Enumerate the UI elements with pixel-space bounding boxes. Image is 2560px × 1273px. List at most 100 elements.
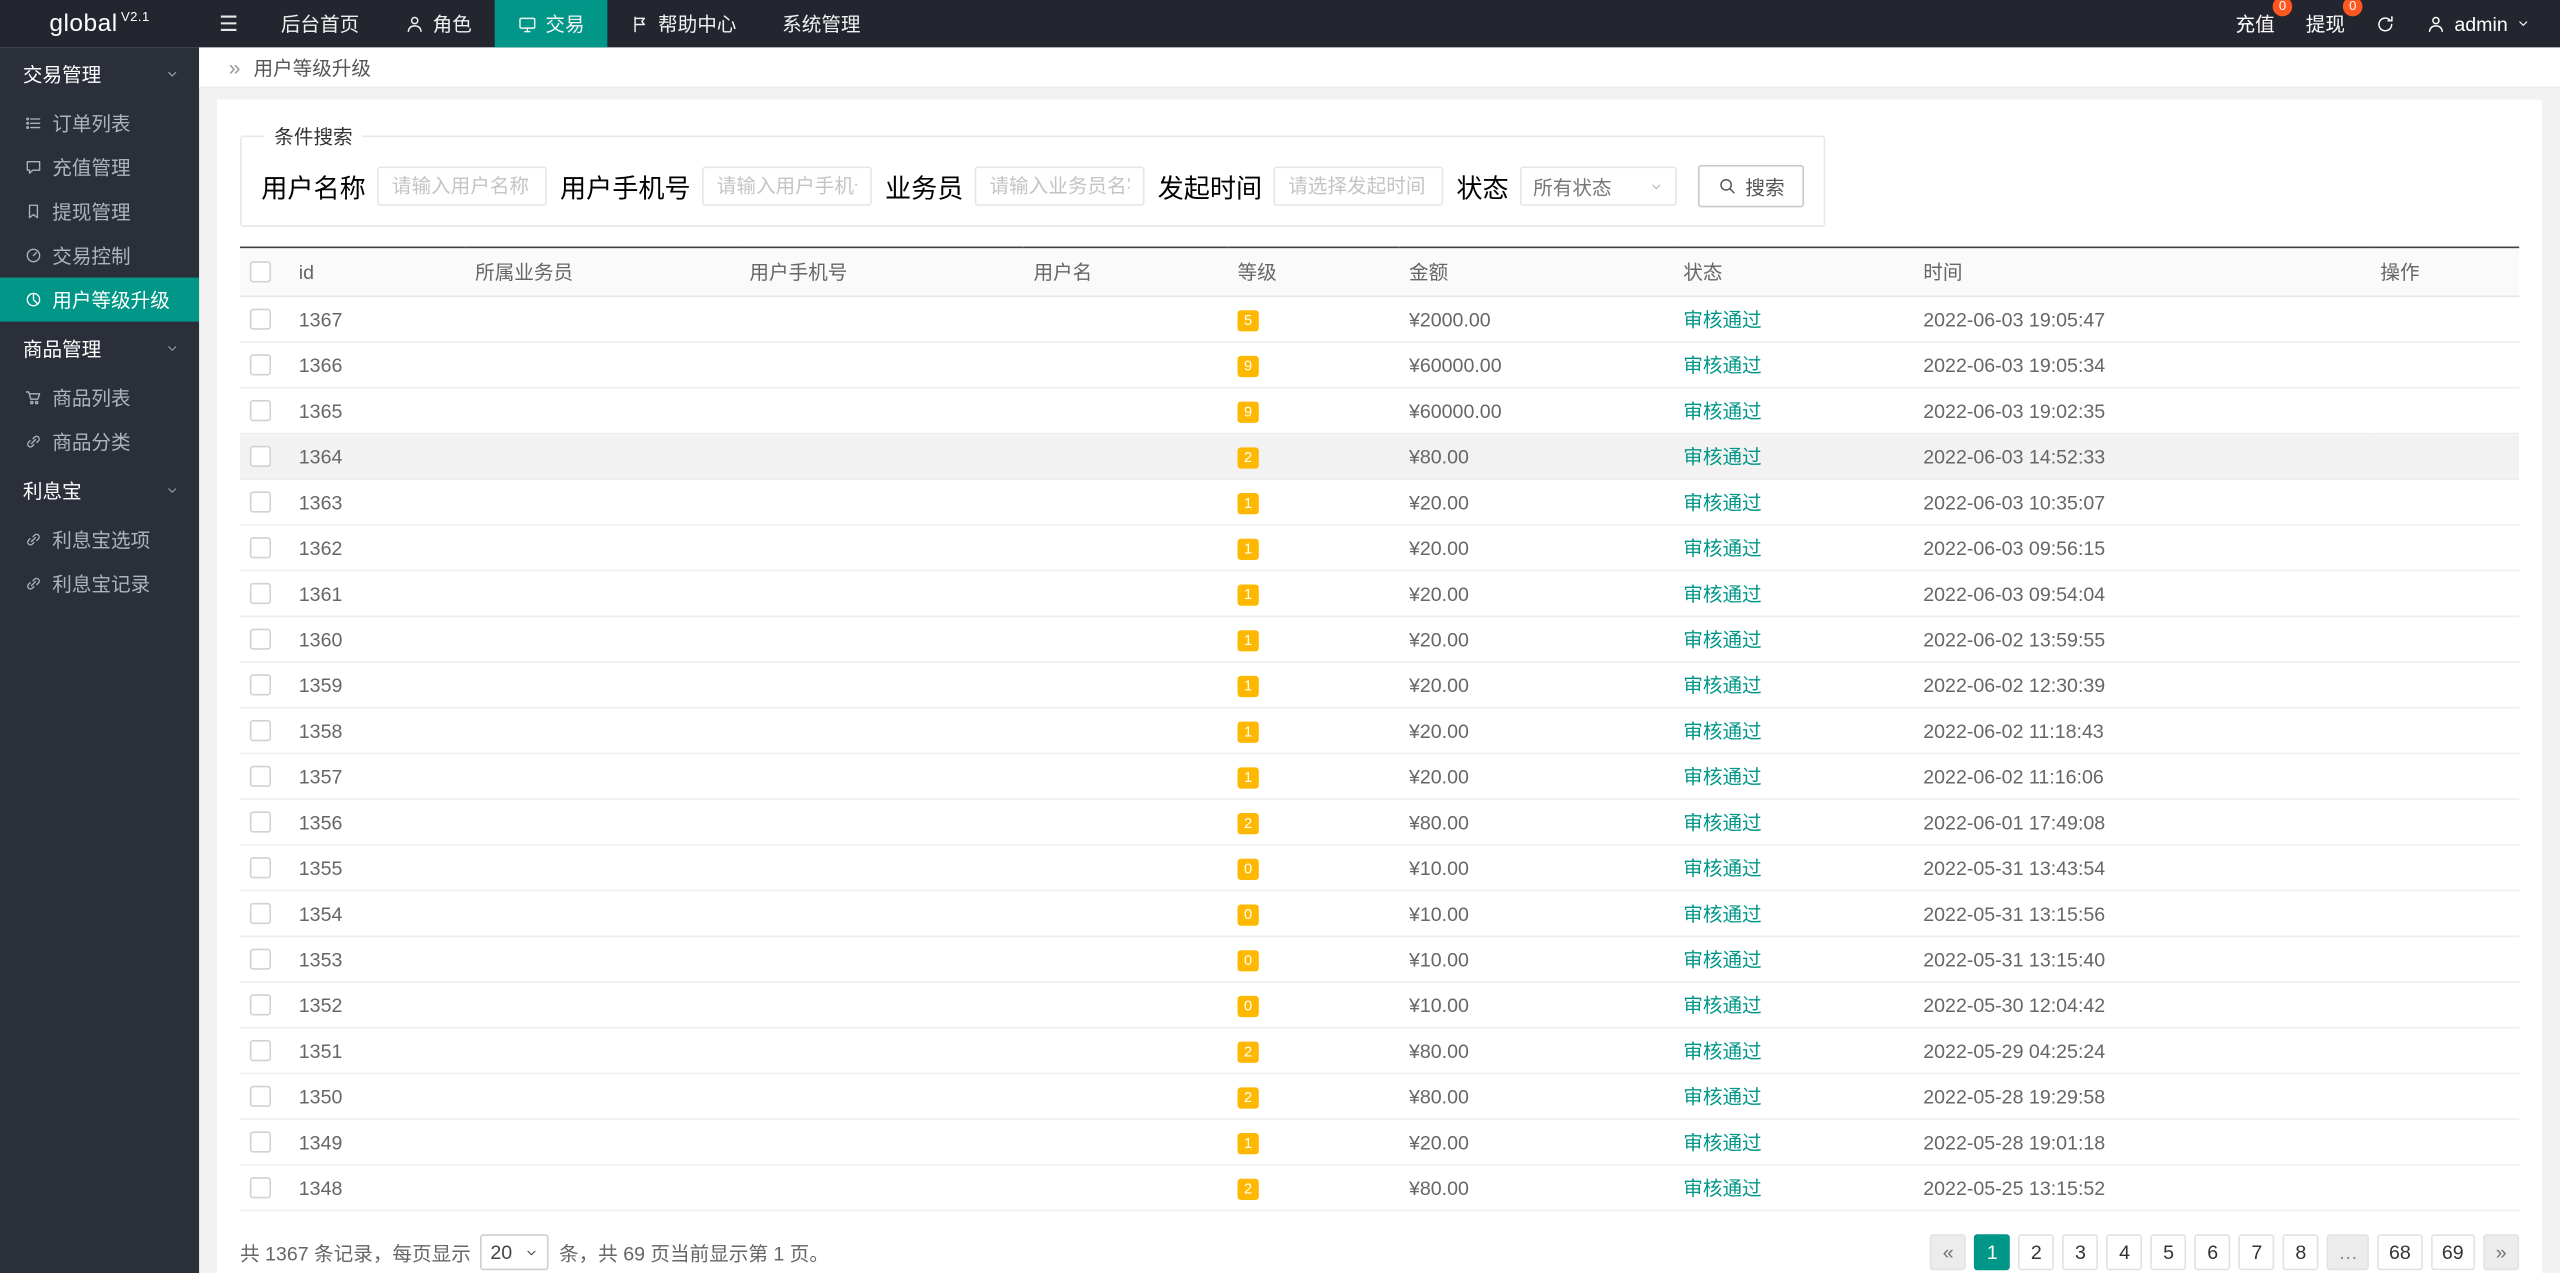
sidebar-item[interactable]: 交易控制	[0, 233, 199, 277]
level-cell: 2	[1227, 433, 1400, 480]
sidebar-group-header[interactable]: 利息宝	[0, 464, 199, 518]
sidebar-item-label: 交易控制	[52, 244, 131, 268]
brand-version: V2.1	[120, 9, 150, 25]
checkbox-cell	[239, 479, 289, 526]
status-text: 审核通过	[1683, 1131, 1762, 1155]
sidebar-group-header[interactable]: 商品管理	[0, 322, 199, 376]
checkbox-cell	[239, 616, 289, 663]
top-nav-item[interactable]: 角色	[382, 0, 495, 47]
page-button[interactable]: 4	[2106, 1234, 2143, 1271]
row-checkbox[interactable]	[249, 628, 272, 650]
menu-toggle-icon[interactable]: ☰	[199, 0, 258, 47]
row-checkbox[interactable]	[249, 719, 272, 742]
page-button[interactable]: 69	[2430, 1234, 2476, 1271]
id-cell: 1352	[288, 982, 466, 1029]
sidebar-item[interactable]: 订单列表	[0, 101, 199, 145]
username-cell	[1023, 799, 1228, 846]
page-button[interactable]: 68	[2377, 1234, 2423, 1271]
time-value: 2022-06-03 19:05:34	[1923, 353, 2106, 377]
level-cell: 1	[1227, 570, 1400, 618]
filter-input[interactable]	[974, 166, 1145, 206]
page-button[interactable]: 5	[2150, 1234, 2187, 1271]
user-menu[interactable]: admin	[2427, 12, 2531, 35]
time-value: 2022-06-02 11:18:43	[1923, 719, 2104, 743]
sidebar-item-label: 用户等级升级	[52, 288, 170, 312]
page-button[interactable]: 6	[2194, 1234, 2231, 1271]
top-nav-item[interactable]: 系统管理	[759, 0, 883, 47]
phone-cell	[739, 479, 1024, 526]
status-text: 审核通过	[1683, 902, 1762, 926]
amount-value: ¥80.00	[1408, 444, 1469, 468]
sidebar-item[interactable]: 提现管理	[0, 189, 199, 233]
sidebar-item[interactable]: 商品列表	[0, 376, 199, 420]
top-nav-item[interactable]: 交易	[494, 0, 608, 48]
recharge-shortcut[interactable]: 充值 0	[2236, 0, 2293, 38]
sidebar-group-header[interactable]: 交易管理	[0, 47, 199, 101]
row-checkbox[interactable]	[249, 354, 272, 376]
filter-input[interactable]	[702, 166, 872, 206]
sidebar: 交易管理 订单列表 充值管理 提现管理 交易控制 用户等级升级 商品管理 商品列表 商品分类 利息…	[0, 47, 200, 1273]
monitor-icon	[519, 16, 536, 32]
amount-cell: ¥20.00	[1399, 570, 1674, 618]
time-cell: 2022-06-02 12:30:39	[1913, 662, 2371, 709]
row-checkbox[interactable]	[249, 582, 272, 605]
row-checkbox[interactable]	[249, 445, 272, 467]
amount-value: ¥20.00	[1408, 719, 1469, 743]
row-checkbox[interactable]	[249, 1039, 272, 1062]
row-checkbox[interactable]	[249, 1177, 272, 1199]
time-value: 2022-06-02 11:16:06	[1923, 764, 2104, 788]
table-row: 1352 0 ¥10.00 审核通过 2022-05-30 12:04:42	[239, 982, 2520, 1029]
sidebar-item[interactable]: 充值管理	[0, 145, 199, 189]
page-button[interactable]: 3	[2062, 1234, 2099, 1271]
filter-input[interactable]	[1273, 166, 1444, 206]
amount-value: ¥20.00	[1408, 490, 1469, 514]
sidebar-item[interactable]: 利息宝记录	[0, 562, 199, 606]
filter-input[interactable]	[377, 166, 547, 206]
next-page-button[interactable]: »	[2483, 1234, 2520, 1271]
top-nav-item[interactable]: 帮助中心	[607, 0, 759, 47]
id-cell-value: 1354	[298, 902, 343, 925]
withdraw-shortcut[interactable]: 提现 0	[2306, 0, 2363, 38]
status-select[interactable]: 所有状态	[1520, 166, 1677, 206]
amount-value: ¥10.00	[1408, 993, 1469, 1017]
filter-label: 状态	[1456, 176, 1509, 205]
amount-cell: ¥60000.00	[1399, 342, 1674, 389]
row-checkbox[interactable]	[249, 491, 272, 513]
search-button[interactable]: 搜索	[1698, 164, 1805, 208]
row-checkbox[interactable]	[249, 399, 272, 422]
amount-cell: ¥80.00	[1399, 799, 1674, 846]
summary-suffix: 条，共 69 页当前显示第 1 页。	[558, 1241, 829, 1265]
ops-cell	[2370, 1027, 2520, 1075]
id-cell-value: 1348	[298, 1176, 343, 1200]
level-cell: 5	[1227, 296, 1400, 343]
sidebar-item[interactable]: 利息宝选项	[0, 518, 199, 562]
id-cell: 1362	[288, 524, 466, 572]
sidebar-item[interactable]: 用户等级升级	[0, 277, 200, 322]
page-button[interactable]: 1	[1974, 1234, 2011, 1271]
filter-row: 用户名称 用户手机号 业务员 发起时间 状态所有状态 搜索	[261, 164, 1805, 208]
prev-page-button[interactable]: «	[1930, 1234, 1967, 1271]
row-checkbox[interactable]	[249, 857, 272, 879]
row-checkbox[interactable]	[249, 765, 272, 787]
checkbox-cell	[239, 342, 289, 389]
status-text: 审核通过	[1683, 354, 1762, 378]
row-checkbox[interactable]	[249, 948, 272, 970]
row-checkbox[interactable]	[249, 674, 272, 696]
page-button[interactable]: 2	[2018, 1234, 2055, 1271]
select-all-checkbox[interactable]	[249, 261, 272, 283]
page-button[interactable]: 8	[2282, 1234, 2319, 1271]
row-checkbox[interactable]	[249, 811, 272, 833]
page-size-select[interactable]: 20	[480, 1234, 550, 1271]
row-checkbox[interactable]	[249, 1085, 272, 1107]
row-checkbox[interactable]	[249, 1131, 272, 1153]
top-nav-item[interactable]: 后台首页	[258, 0, 382, 47]
row-checkbox[interactable]	[249, 902, 272, 925]
row-checkbox[interactable]	[249, 994, 272, 1016]
row-checkbox[interactable]	[249, 308, 272, 330]
status-text: 审核通过	[1683, 811, 1762, 835]
row-checkbox[interactable]	[249, 537, 272, 559]
page-button[interactable]: 7	[2238, 1234, 2275, 1271]
sidebar-item[interactable]: 商品分类	[0, 420, 199, 464]
checkbox-cell	[239, 387, 289, 435]
refresh-button[interactable]	[2376, 14, 2396, 34]
